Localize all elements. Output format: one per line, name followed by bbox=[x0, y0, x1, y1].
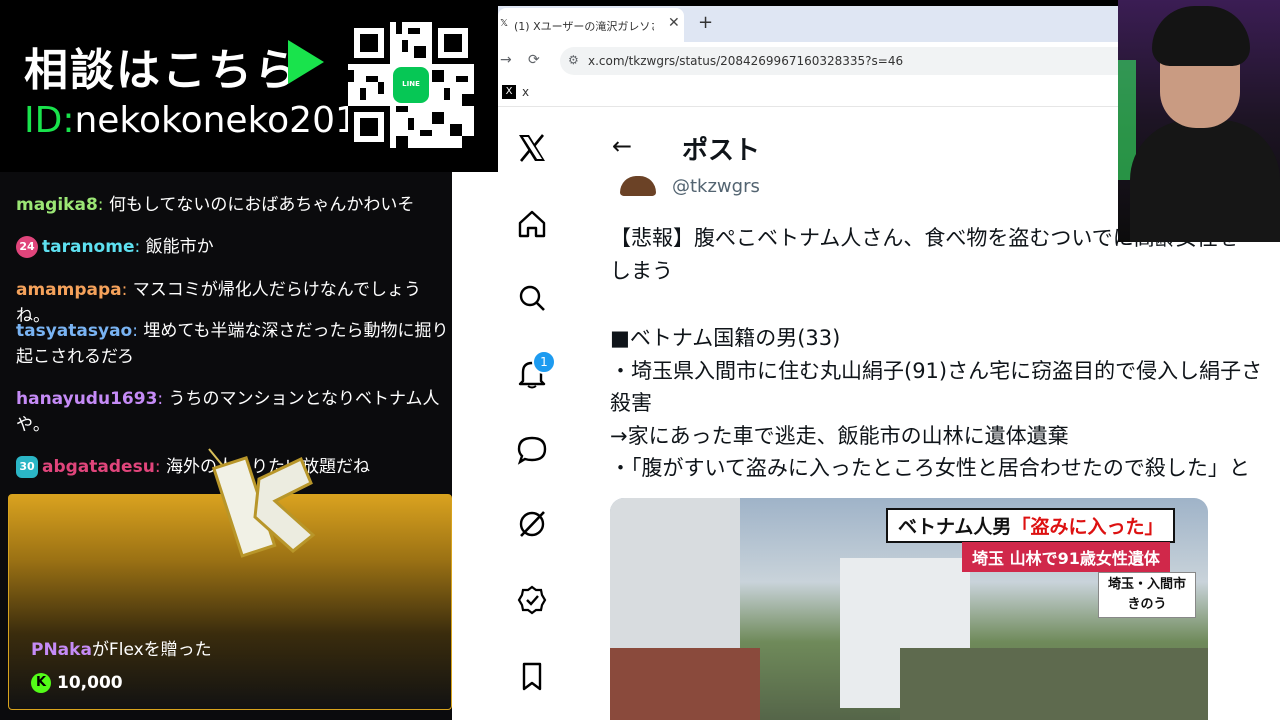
news-caption-sub: 埼玉 山林で91歳女性遺体 bbox=[962, 542, 1170, 572]
line-id-label: ID: bbox=[24, 100, 75, 141]
x-logo-icon[interactable] bbox=[516, 132, 548, 164]
sub-badge: 24 bbox=[16, 236, 38, 258]
page-title: ポスト bbox=[682, 136, 761, 166]
url-text: x.com/tkzwgrs/status/2084269967160328335… bbox=[588, 54, 904, 68]
chat-message: magika8: 何もしてないのにおばあちゃんかわいそ bbox=[16, 195, 415, 215]
tab-close-icon[interactable]: ✕ bbox=[668, 15, 680, 31]
post-media-image[interactable]: ベトナム人男「盗みに入った」 埼玉 山林で91歳女性遺体 埼玉・入間市 きのう bbox=[610, 498, 1208, 720]
chat-username: abgatadesu bbox=[42, 457, 155, 477]
x-sidebar: 1 bbox=[498, 110, 591, 720]
bookmark-x-icon: X bbox=[502, 85, 516, 99]
notification-count-badge: 1 bbox=[532, 350, 556, 374]
chat-username: magika8 bbox=[16, 195, 98, 215]
post-text-line: ・埼玉県入間市に住む丸山絹子(91)さん宅に窃盗目的で侵入し絹子さ bbox=[610, 359, 1263, 383]
site-info-icon[interactable]: ⚙ bbox=[568, 53, 579, 67]
home-icon[interactable] bbox=[516, 208, 548, 240]
sub-badge: 30 bbox=[16, 456, 38, 478]
chat-message: tasyatasyao: 埋めても半端な深さだったら動物に掘り起こされるだろ bbox=[16, 321, 449, 367]
flex-gift-line: PNakaがFlexを贈った bbox=[31, 635, 212, 660]
bookmark-icon[interactable] bbox=[516, 660, 548, 692]
chat-text: 何もしてないのにおばあちゃんかわいそ bbox=[108, 195, 415, 215]
flex-gift-card: PNakaがFlexを贈った K 10,000 bbox=[8, 448, 452, 710]
avatar[interactable] bbox=[620, 176, 656, 196]
chat-username: taranome bbox=[42, 237, 135, 257]
bookmark-x[interactable]: x bbox=[522, 85, 529, 99]
flex-text: がFlexを贈った bbox=[91, 640, 212, 660]
chat-username: tasyatasyao bbox=[16, 321, 133, 341]
message-icon[interactable] bbox=[516, 434, 548, 466]
location-line-2: きのう bbox=[1127, 597, 1167, 612]
webcam-overlay bbox=[1118, 0, 1280, 242]
reload-icon[interactable]: ⟳ bbox=[528, 52, 540, 68]
qr-code: LINE bbox=[348, 22, 474, 148]
tab-title: (1) Xユーザーの滝沢ガレソさん:「【悲 bbox=[514, 20, 654, 33]
grok-icon[interactable] bbox=[516, 508, 548, 540]
forward-icon[interactable]: → bbox=[500, 52, 512, 68]
streamer-hair bbox=[1152, 6, 1250, 66]
flex-amount: 10,000 bbox=[57, 673, 123, 693]
pendant-k-icon bbox=[208, 448, 316, 558]
line-id-value: nekokoneko2018 bbox=[74, 100, 381, 141]
line-logo-text: LINE bbox=[402, 80, 420, 88]
user-handle[interactable]: @tkzwgrs bbox=[672, 176, 760, 197]
play-arrow-icon bbox=[288, 40, 324, 84]
consult-text: 相談はこちら bbox=[24, 45, 300, 96]
search-icon[interactable] bbox=[516, 282, 548, 314]
post-text-line: ■ベトナム国籍の男(33) bbox=[610, 326, 841, 350]
hedge bbox=[900, 648, 1208, 720]
streamer-body bbox=[1130, 120, 1280, 242]
back-arrow-icon[interactable]: ← bbox=[612, 132, 632, 160]
caption-main-b: 「盗みに入った」 bbox=[1011, 516, 1164, 538]
kick-coin-icon: K bbox=[31, 673, 51, 693]
post-text-line: 殺害 bbox=[610, 391, 652, 415]
brick-wall bbox=[610, 648, 760, 720]
news-caption-main: ベトナム人男「盗みに入った」 bbox=[886, 508, 1176, 543]
post-text-line: しまう bbox=[610, 259, 673, 283]
chat-text: 飯能市か bbox=[145, 237, 214, 257]
browser-left-margin bbox=[452, 172, 498, 720]
x-favicon-icon: 𝕏 bbox=[500, 18, 509, 29]
chat-message: 24 taranome: 飯能市か bbox=[16, 234, 446, 260]
location-caption: 埼玉・入間市 きのう bbox=[1098, 572, 1196, 618]
browser-tab[interactable]: 𝕏 (1) Xユーザーの滝沢ガレソさん:「【悲 ✕ bbox=[498, 8, 684, 42]
chat-username: amampapa bbox=[16, 280, 122, 300]
new-tab-button[interactable]: + bbox=[698, 12, 713, 33]
chat-message: hanayudu1693: うちのマンションとなりベトナム人や。 bbox=[16, 389, 440, 435]
caption-main-a: ベトナム人男 bbox=[898, 516, 1012, 538]
post-text-line: ・「腹がすいて盗みに入ったところ女性と居合わせたので殺した」と bbox=[610, 456, 1250, 480]
consult-banner: 相談はこちら ID:nekokoneko2018 LINE bbox=[0, 0, 498, 172]
verified-icon[interactable] bbox=[516, 584, 548, 616]
post-text-line: →家にあった車で逃走、飯能市の山林に遺体遺棄 bbox=[610, 424, 1069, 448]
chat-username: hanayudu1693 bbox=[16, 389, 158, 409]
line-id: ID:nekokoneko2018 bbox=[24, 100, 381, 141]
location-line-1: 埼玉・入間市 bbox=[1107, 577, 1186, 592]
flex-sender: PNaka bbox=[31, 640, 92, 660]
flex-amount-row: K 10,000 bbox=[31, 673, 123, 693]
